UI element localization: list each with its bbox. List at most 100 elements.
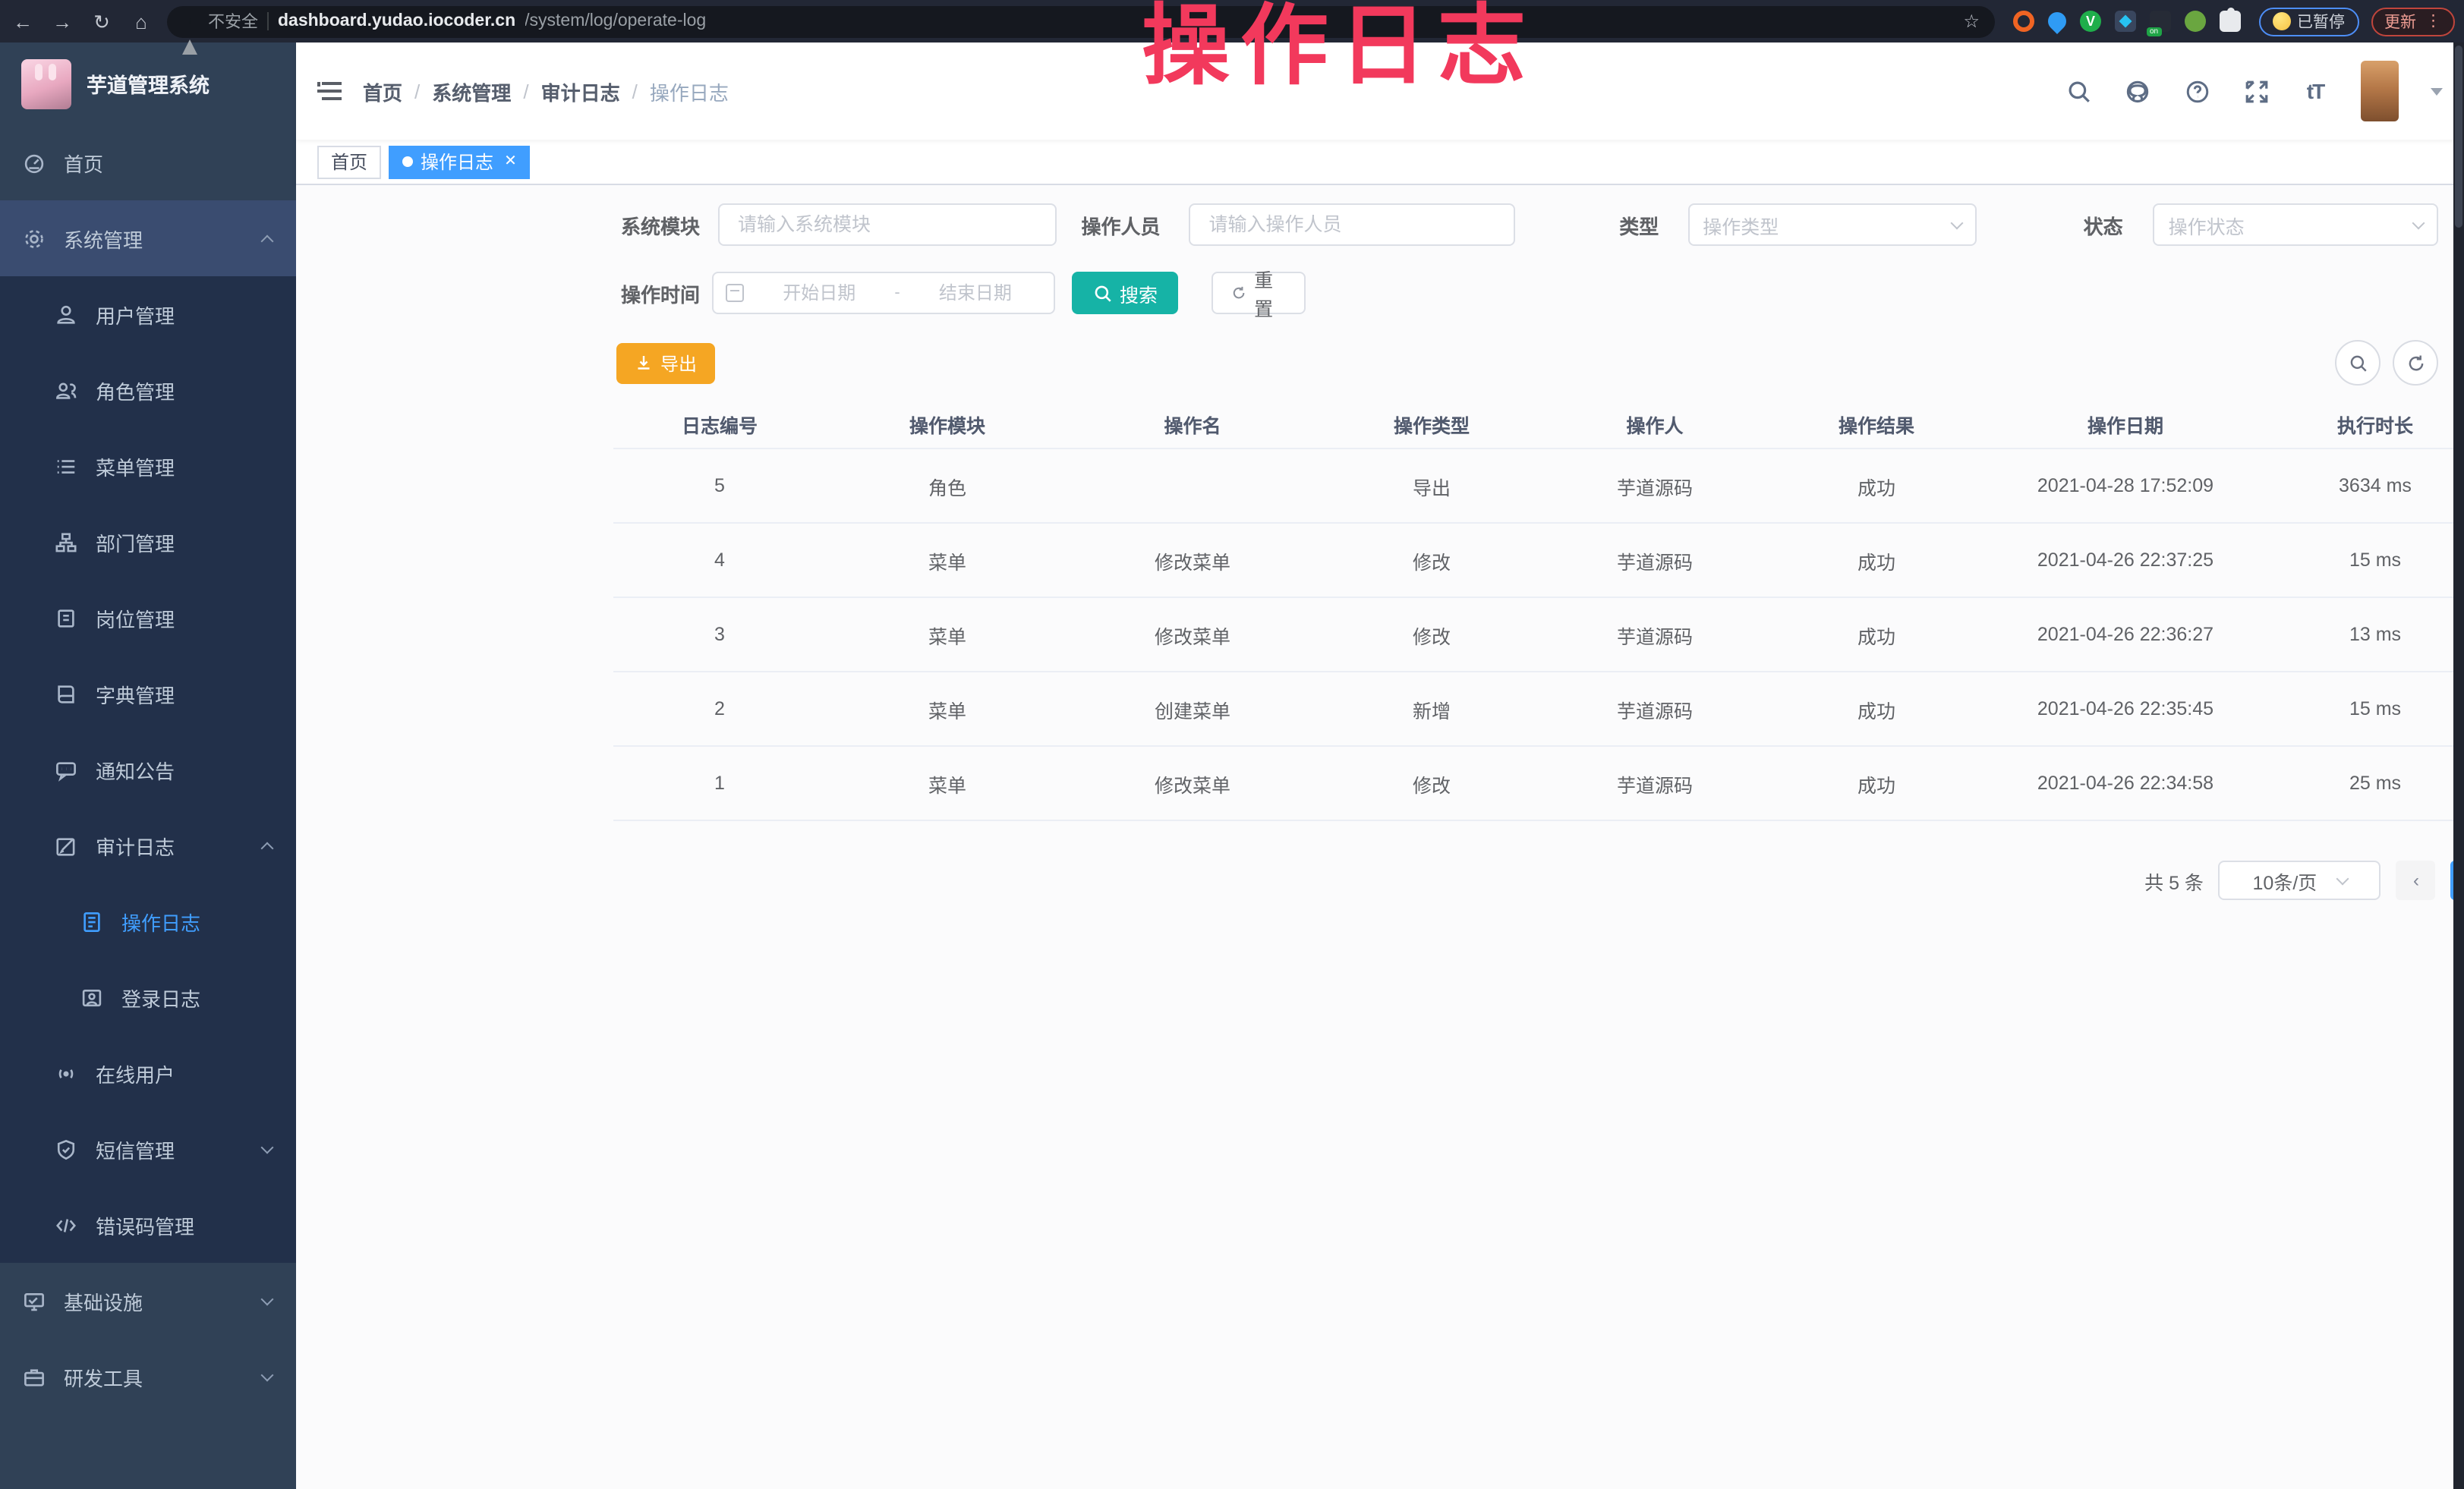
table-cell: 芋道源码 xyxy=(1547,546,1763,575)
status-select[interactable]: 操作状态 xyxy=(2154,203,2438,246)
url-host: dashboard.yudao.iocoder.cn xyxy=(278,12,515,30)
table-cell: 成功 xyxy=(1763,471,1990,500)
end-date-input[interactable] xyxy=(909,281,1041,305)
monitor-icon xyxy=(23,1289,46,1312)
browser-update-button[interactable]: 更新 ⋮ xyxy=(2371,7,2455,36)
table-cell: 修改菜单 xyxy=(1069,620,1316,649)
status-select-placeholder: 操作状态 xyxy=(2169,210,2414,239)
address-bar[interactable]: ! 不安全 dashboard.yudao.iocoder.cn /system… xyxy=(167,5,1995,37)
user-avatar[interactable] xyxy=(2361,61,2399,121)
browser-home-button[interactable]: ⌂ xyxy=(128,11,155,31)
sidebar-item-operate-log[interactable]: 操作日志 xyxy=(0,883,296,959)
date-range-picker[interactable]: - xyxy=(712,272,1055,314)
avatar-caret-down-icon[interactable] xyxy=(2431,87,2443,95)
operate-log-icon xyxy=(80,910,103,933)
page-scrollbar[interactable] xyxy=(2453,42,2464,1489)
bookmark-star-icon[interactable]: ☆ xyxy=(1963,11,1980,32)
operator-input[interactable] xyxy=(1206,212,1498,237)
sidebar-item-dict[interactable]: 字典管理 xyxy=(0,656,296,732)
browser-menu-icon[interactable]: ⋮ xyxy=(2425,12,2441,30)
dashboard-icon xyxy=(23,151,46,174)
sidebar-collapse-icon[interactable] xyxy=(317,82,342,100)
dictionary-icon xyxy=(55,682,77,705)
sidebar-item-users[interactable]: 用户管理 xyxy=(0,276,296,352)
table-cell: 25 ms xyxy=(2261,773,2464,794)
table-cell: 成功 xyxy=(1763,769,1990,798)
col-header-date: 操作日期 xyxy=(1990,410,2261,439)
github-icon[interactable] xyxy=(2124,77,2151,105)
tab-close-icon[interactable]: ✕ xyxy=(504,153,517,170)
table-cell: 2021-04-28 17:52:09 xyxy=(1990,475,2261,496)
org-tree-icon xyxy=(55,530,77,553)
menu-list-icon xyxy=(55,455,77,477)
browser-back-button[interactable]: ← xyxy=(9,11,36,31)
search-icon[interactable] xyxy=(2065,77,2092,105)
sidebar-logo[interactable]: 芋道管理系统 xyxy=(0,42,296,124)
refresh-button[interactable] xyxy=(2393,340,2438,386)
calendar-icon xyxy=(726,284,744,302)
chevron-up-icon xyxy=(261,235,274,247)
col-header-result: 操作结果 xyxy=(1763,410,1990,439)
type-select[interactable]: 操作类型 xyxy=(1687,203,1977,246)
breadcrumb-audit[interactable]: 审计日志 xyxy=(541,77,620,105)
browser-reload-button[interactable]: ↻ xyxy=(88,11,115,31)
sidebar-item-system[interactable]: 系统管理 xyxy=(0,200,296,276)
extensions-area: V on xyxy=(2007,11,2247,32)
extension-icon-green-v[interactable]: V xyxy=(2080,11,2101,32)
chevron-down-icon xyxy=(2336,872,2349,885)
extensions-puzzle-icon[interactable] xyxy=(2220,11,2241,32)
sidebar-item-home[interactable]: 首页 xyxy=(0,124,296,200)
font-size-icon[interactable]: tT xyxy=(2302,77,2329,105)
sidebar-item-sms[interactable]: 短信管理 xyxy=(0,1111,296,1187)
sidebar-item-menus[interactable]: 菜单管理 xyxy=(0,428,296,504)
reset-button[interactable]: 重置 xyxy=(1212,272,1306,314)
browser-forward-button[interactable]: → xyxy=(49,11,76,31)
sidebar-item-notice[interactable]: 通知公告 xyxy=(0,732,296,807)
chevron-down-icon xyxy=(261,1292,274,1305)
search-button[interactable]: 搜索 xyxy=(1072,272,1178,314)
operator-input-box xyxy=(1189,203,1515,246)
table-cell: 修改 xyxy=(1316,546,1547,575)
chevron-down-icon xyxy=(261,1368,274,1381)
operate-log-table: 日志编号 操作模块 操作名 操作类型 操作人 操作结果 操作日期 执行时长 操作… xyxy=(613,401,2464,821)
sidebar: 芋道管理系统 首页 系统管理 用户管理 xyxy=(0,42,296,1489)
sidebar-item-online-users[interactable]: 在线用户 xyxy=(0,1035,296,1111)
sidebar-item-infra[interactable]: 基础设施 xyxy=(0,1263,296,1339)
col-header-type: 操作类型 xyxy=(1316,410,1547,439)
table-cell: 芋道源码 xyxy=(1547,769,1763,798)
profile-paused-chip[interactable]: 已暂停 xyxy=(2259,7,2358,36)
table-cell: 4 xyxy=(613,549,826,571)
docs-question-icon[interactable] xyxy=(2183,77,2210,105)
briefcase-icon xyxy=(23,1365,46,1388)
prev-page-button[interactable]: ‹ xyxy=(2396,861,2436,900)
table-cell: 1 xyxy=(613,773,826,794)
sidebar-item-audit-log[interactable]: 审计日志 xyxy=(0,807,296,883)
sidebar-item-devtools[interactable]: 研发工具 xyxy=(0,1339,296,1415)
breadcrumb-home[interactable]: 首页 xyxy=(363,77,402,105)
sidebar-item-roles[interactable]: 角色管理 xyxy=(0,352,296,428)
export-button[interactable]: 导出 xyxy=(616,342,715,383)
tab-operate-log[interactable]: 操作日志 ✕ xyxy=(389,145,531,178)
table-cell: 13 ms xyxy=(2261,624,2464,645)
fullscreen-icon[interactable] xyxy=(2242,77,2270,105)
show-search-toggle-button[interactable] xyxy=(2335,340,2381,386)
breadcrumb-system[interactable]: 系统管理 xyxy=(432,77,511,105)
sidebar-item-posts[interactable]: 岗位管理 xyxy=(0,580,296,656)
extension-icon-leaf[interactable] xyxy=(2185,11,2206,32)
page-size-select[interactable]: 10条/页 xyxy=(2219,861,2381,900)
sidebar-item-depts[interactable]: 部门管理 xyxy=(0,504,296,580)
module-input[interactable] xyxy=(735,212,1040,237)
tab-home[interactable]: 首页 xyxy=(317,145,381,178)
extension-icon-dark-on[interactable]: on xyxy=(2150,11,2171,32)
extension-icon-orange[interactable] xyxy=(2013,11,2034,32)
sidebar-item-errcode[interactable]: 错误码管理 xyxy=(0,1187,296,1263)
col-header-module: 操作模块 xyxy=(826,410,1069,439)
extension-icon-blue-diamond[interactable] xyxy=(2115,11,2136,32)
chevron-up-icon xyxy=(261,842,274,855)
col-header-duration: 执行时长 xyxy=(2261,410,2464,439)
sidebar-item-login-log[interactable]: 登录日志 xyxy=(0,959,296,1035)
table-cell: 角色 xyxy=(826,471,1069,500)
extension-icon-pin[interactable] xyxy=(2044,8,2070,34)
table-row: 2菜单创建菜单新增芋道源码成功2021-04-26 22:35:4515 ms详… xyxy=(613,672,2464,747)
start-date-input[interactable] xyxy=(753,281,885,305)
